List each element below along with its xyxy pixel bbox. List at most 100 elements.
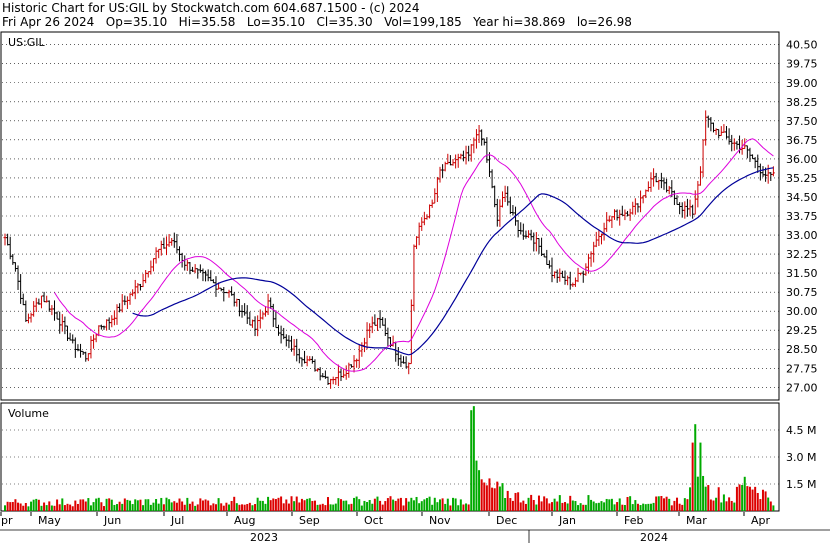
volume-bar (277, 497, 280, 511)
volume-bar (756, 492, 759, 511)
volume-bar (511, 500, 514, 511)
volume-bar (631, 504, 634, 511)
volume-bar (194, 505, 197, 511)
volume-bar (381, 504, 384, 511)
volume-bar (238, 504, 241, 511)
volume-bar (735, 486, 738, 511)
volume-bar (63, 505, 66, 511)
volume-bar (254, 504, 257, 511)
volume-bar (532, 500, 535, 511)
price-tick-label: 27.75 (786, 362, 818, 375)
volume-bar (108, 498, 111, 511)
price-tick-label: 36.00 (786, 153, 818, 166)
volume-bar (165, 497, 168, 511)
volume-bar (199, 498, 202, 511)
month-label: Jun (103, 514, 121, 527)
volume-bar (616, 502, 619, 511)
month-label: Jul (170, 514, 184, 527)
volume-bar (61, 498, 64, 511)
volume-bar (102, 506, 105, 511)
volume-bar (478, 470, 481, 511)
volume-bar (89, 505, 92, 511)
volume-bar (139, 499, 142, 511)
volume-bar (389, 496, 392, 511)
volume-bar (728, 497, 731, 511)
volume-bar (264, 503, 267, 511)
volume-bar (332, 504, 335, 511)
volume-bar (480, 479, 483, 511)
volume-bar (686, 499, 689, 511)
volume-bar (243, 504, 246, 511)
volume-bar (118, 501, 121, 511)
volume-bar (69, 504, 72, 511)
volume-bar (584, 504, 587, 511)
volume-bar (509, 498, 512, 511)
volume-bar (712, 500, 715, 511)
price-tick-label: 29.25 (786, 324, 818, 337)
volume-bar (311, 501, 314, 511)
volume-bar (214, 504, 217, 511)
volume-bar (405, 498, 408, 511)
volume-bar (129, 500, 132, 511)
volume-bar (306, 498, 309, 511)
price-tick-label: 31.50 (786, 267, 818, 280)
volume-bar (613, 504, 616, 511)
volume-bar (316, 504, 319, 511)
volume-bar (550, 502, 553, 511)
volume-bar (634, 500, 637, 511)
volume-bar (246, 504, 249, 511)
volume-bar (769, 501, 772, 511)
volume-bar (545, 498, 548, 511)
volume-bar (488, 478, 491, 511)
volume-bar (329, 504, 332, 511)
volume-bar (168, 499, 171, 511)
price-tick-label: 34.50 (786, 191, 818, 204)
volume-bar (131, 504, 134, 511)
volume-bar (449, 505, 452, 511)
volume-bar (295, 496, 298, 511)
volume-tick-label: 4.5 M (786, 424, 816, 437)
volume-bar (267, 496, 270, 511)
volume-bar (715, 497, 718, 511)
volume-bar (407, 501, 410, 511)
volume-bar (110, 499, 113, 511)
volume-bar (155, 499, 158, 511)
volume-bar (678, 503, 681, 511)
volume-bar (188, 503, 191, 511)
volume-bar (683, 498, 686, 511)
volume-bar (504, 498, 507, 511)
volume-bar (11, 502, 14, 511)
volume-bar (87, 498, 90, 511)
volume-bar (181, 501, 184, 511)
volume-bar (222, 505, 225, 511)
volume-bar (498, 486, 501, 511)
volume-bar (759, 499, 762, 511)
volume-bar (412, 500, 415, 511)
volume-bar (600, 501, 603, 511)
volume-bar (66, 503, 69, 511)
volume-bar (459, 499, 462, 511)
volume-bar (207, 500, 210, 511)
volume-bar (173, 501, 176, 511)
volume-bar (157, 503, 160, 511)
volume-bar (142, 505, 145, 511)
year-label: 2023 (250, 531, 278, 543)
month-label: Jan (558, 514, 576, 527)
month-label: Aug (234, 514, 255, 527)
year-label: 2024 (640, 531, 668, 543)
volume-bar (454, 498, 457, 511)
volume-bar (746, 486, 749, 511)
price-tick-label: 33.75 (786, 210, 818, 223)
volume-bar (201, 500, 204, 511)
volume-bar (74, 500, 77, 511)
volume-bar (353, 497, 356, 511)
volume-bar (433, 497, 436, 511)
volume-bar (597, 502, 600, 511)
volume-bar (35, 498, 38, 511)
volume-bar (642, 503, 645, 511)
volume-bar (274, 499, 277, 511)
volume-bar (603, 502, 606, 511)
volume-bar (436, 502, 439, 511)
volume-bar (592, 501, 595, 511)
volume-bar (702, 475, 705, 511)
